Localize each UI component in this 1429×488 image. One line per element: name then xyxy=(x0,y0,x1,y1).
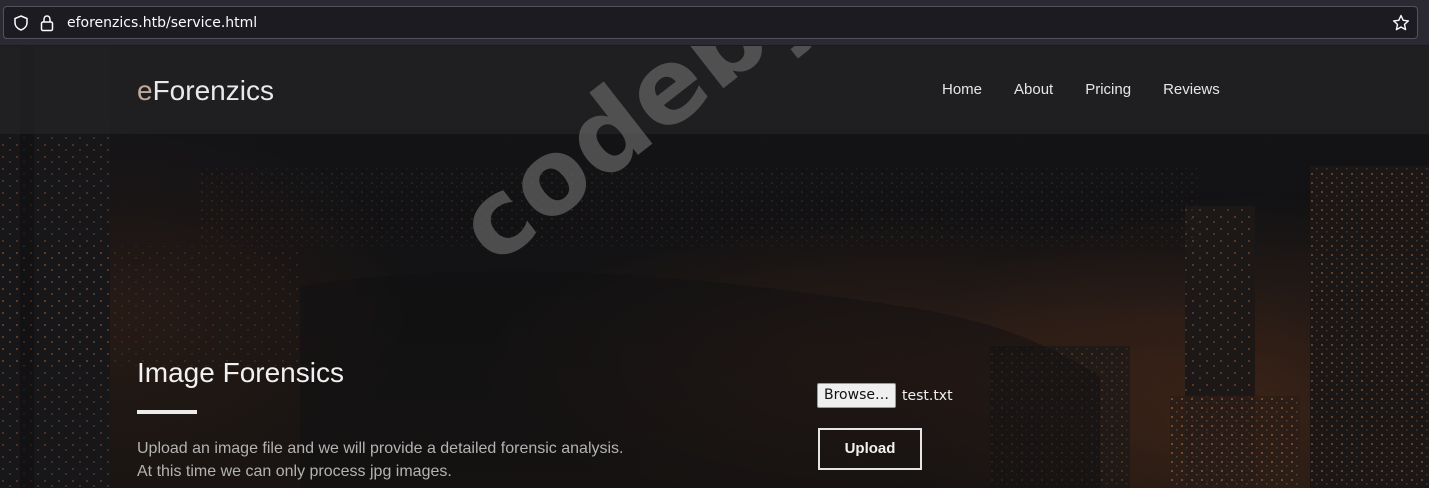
page-title: Image Forensics xyxy=(137,357,344,388)
site-logo[interactable]: eForenzics xyxy=(137,74,274,108)
service-description: Upload an image file and we will provide… xyxy=(137,437,697,483)
browser-toolbar: eforenzics.htb/service.html xyxy=(0,0,1429,46)
nav-about[interactable]: About xyxy=(1014,80,1053,100)
file-input: Browse… test.txt xyxy=(817,383,953,408)
logo-text: Forenzics xyxy=(152,75,274,106)
selected-file-name: test.txt xyxy=(901,387,953,404)
shield-icon[interactable] xyxy=(13,15,29,31)
address-bar[interactable]: eforenzics.htb/service.html xyxy=(3,6,1418,39)
upload-button[interactable]: Upload xyxy=(818,428,922,470)
lock-icon[interactable] xyxy=(39,14,55,32)
web-page: eForenzics Home About Pricing Reviews Im… xyxy=(0,46,1429,488)
description-line-2: At this time we can only process jpg ima… xyxy=(137,463,452,480)
browse-button[interactable]: Browse… xyxy=(817,383,896,408)
nav-pricing[interactable]: Pricing xyxy=(1085,80,1131,100)
main-nav: Home About Pricing Reviews xyxy=(942,80,1220,100)
title-underline xyxy=(137,410,197,414)
star-icon[interactable] xyxy=(1392,14,1410,32)
logo-letter-e: e xyxy=(137,75,153,106)
url-text[interactable]: eforenzics.htb/service.html xyxy=(67,14,257,32)
description-line-1: Upload an image file and we will provide… xyxy=(137,440,624,457)
nav-reviews[interactable]: Reviews xyxy=(1163,80,1220,100)
nav-home[interactable]: Home xyxy=(942,80,982,100)
